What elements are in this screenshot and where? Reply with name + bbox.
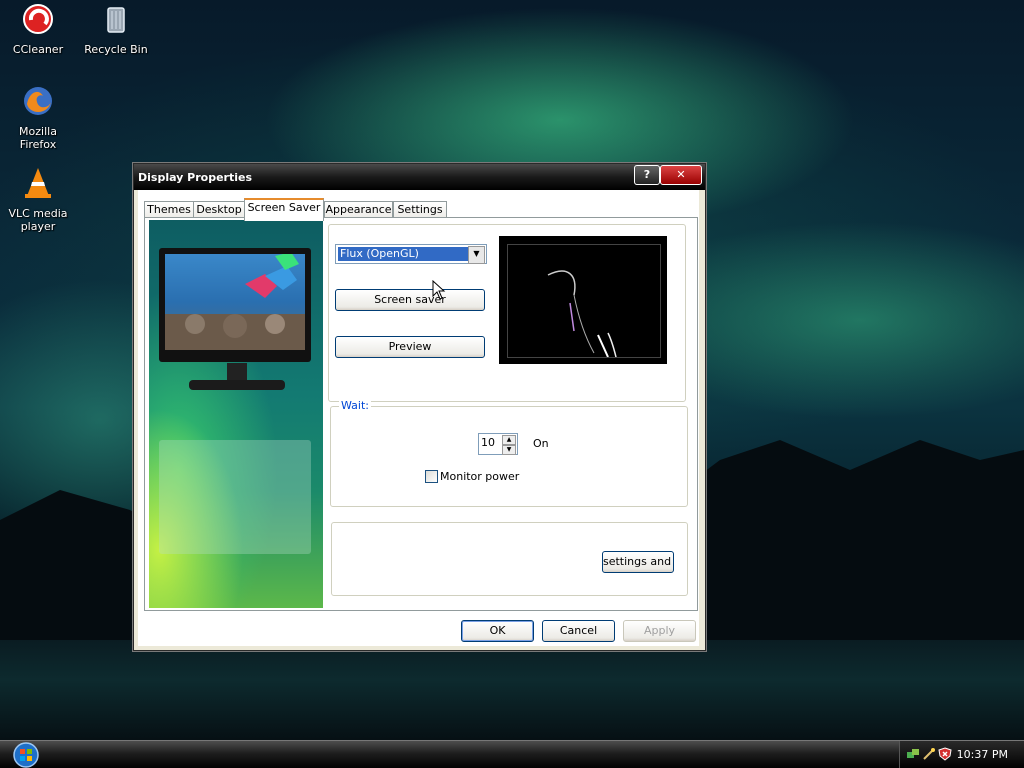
spin-down-icon[interactable]: ▼ <box>502 445 516 455</box>
title-bar[interactable]: Display Properties ? ✕ <box>134 164 705 190</box>
power-settings-button[interactable]: settings and sa <box>602 551 674 573</box>
preview-screen <box>507 244 661 358</box>
screen-saver-panel: Flux (OpenGL) ▼ Screen saver Preview Wai… <box>144 217 698 611</box>
screen-saver-preview <box>499 236 667 364</box>
screen-saver-selected: Flux (OpenGL) <box>338 247 468 261</box>
desktop-icon-label: Mozilla Firefox <box>19 125 57 151</box>
spinner-arrows[interactable]: ▲ ▼ <box>502 435 516 455</box>
taskbar-clock[interactable]: 10:37 PM <box>957 748 1008 761</box>
preview-button[interactable]: Preview <box>335 336 485 358</box>
window-title: Display Properties <box>138 171 253 184</box>
desktop-icon-ccleaner[interactable]: CCleaner <box>0 2 76 56</box>
apply-button[interactable]: Apply <box>623 620 696 642</box>
window-client-area: Themes Desktop Screen Saver Appearance S… <box>138 190 699 646</box>
monitor-power-checkbox[interactable] <box>425 470 438 483</box>
screen-saver-settings-button[interactable]: Screen saver <box>335 289 485 311</box>
desktop-icon-vlc[interactable]: VLC media player <box>0 166 76 233</box>
monitor-illustration <box>159 248 311 362</box>
close-button[interactable]: ✕ <box>660 165 702 185</box>
display-properties-window: Display Properties ? ✕ Themes Desktop Sc… <box>133 163 706 651</box>
desktop-icon-label: CCleaner <box>12 43 64 56</box>
wait-group: Wait: 10 ▲ ▼ On Monitor power <box>330 399 688 507</box>
monitor-power-group: settings and sa <box>331 522 688 596</box>
screen-saver-dropdown[interactable]: Flux (OpenGL) ▼ <box>335 244 487 264</box>
aquarium-fish-icon <box>165 252 305 350</box>
wait-minutes-spinner[interactable]: 10 ▲ ▼ <box>478 433 518 455</box>
screen-saver-group: Flux (OpenGL) ▼ Screen saver Preview <box>328 224 686 402</box>
screen-saver-illustration <box>149 220 323 608</box>
monitor-base <box>189 380 285 390</box>
monitor-power-label: Monitor power <box>440 470 520 483</box>
aquarium-screen <box>165 252 305 350</box>
wait-label: Wait: <box>339 399 371 412</box>
cleanup-wizard-icon[interactable] <box>922 747 936 761</box>
ccleaner-icon <box>23 4 53 34</box>
monitor-stand <box>227 363 247 381</box>
tab-screen-saver[interactable]: Screen Saver <box>244 198 324 221</box>
vlc-icon <box>25 168 51 198</box>
flux-preview-graphic <box>547 270 617 358</box>
start-button[interactable] <box>10 741 42 768</box>
network-icon[interactable] <box>906 747 920 761</box>
system-tray: 10:37 PM <box>899 741 1024 768</box>
desktop-icon-firefox[interactable]: Mozilla Firefox <box>0 84 76 151</box>
on-label: On <box>533 437 549 450</box>
desktop-icon-label: Recycle Bin <box>84 43 148 56</box>
desktop-icon-label: VLC media player <box>8 207 68 233</box>
mouse-cursor-icon <box>432 280 446 300</box>
chevron-down-icon[interactable]: ▼ <box>468 246 485 264</box>
taskbar: 10:37 PM <box>0 740 1024 768</box>
lake-reflection <box>0 640 1024 740</box>
desktop-icon-recycle-bin[interactable]: Recycle Bin <box>78 2 154 56</box>
cancel-button[interactable]: Cancel <box>542 620 615 642</box>
help-button[interactable]: ? <box>634 165 660 185</box>
firefox-icon <box>24 87 52 115</box>
security-shield-icon[interactable] <box>938 747 952 761</box>
spin-up-icon[interactable]: ▲ <box>502 435 516 445</box>
wait-minutes-value: 10 <box>481 436 495 449</box>
close-icon: ✕ <box>676 168 686 181</box>
recycle-bin-icon <box>107 7 125 33</box>
ok-button[interactable]: OK <box>461 620 534 642</box>
monitor-reflection <box>159 440 311 554</box>
